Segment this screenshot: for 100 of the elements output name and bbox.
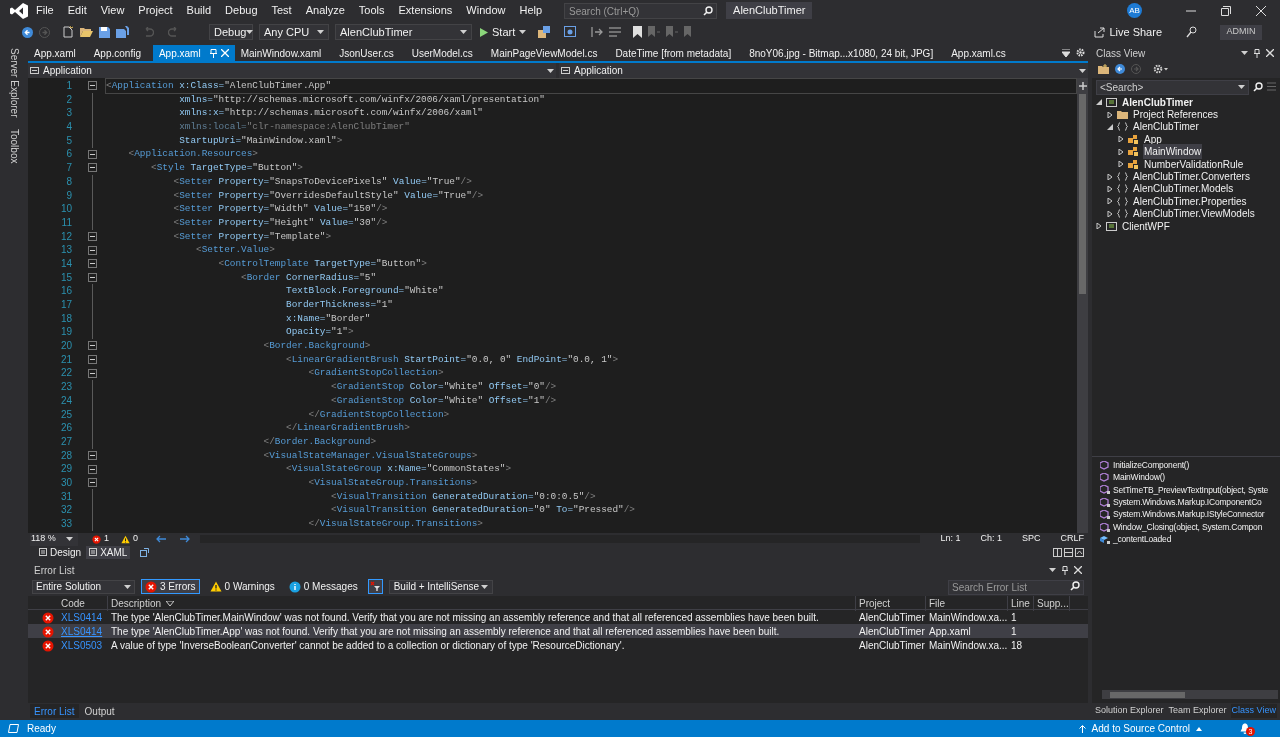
search-field[interactable]: Search (Ctrl+Q): [564, 3, 718, 19]
close-icon[interactable]: [1256, 5, 1266, 16]
panel-tab[interactable]: Output: [80, 703, 119, 718]
caret-icon[interactable]: [1079, 68, 1086, 73]
collapse-icon[interactable]: [88, 478, 97, 488]
error-row[interactable]: XLS0414 The type 'AlenClubTimer.MainWindow' was not found. Verify that you are not missing an assembly reference and that all referenced assemblies have been built. AlenClubTimer MainWindow.xa... 1: [28, 610, 1088, 624]
collapsed-arrow-icon[interactable]: [1107, 185, 1113, 192]
search-icon[interactable]: [1253, 81, 1263, 92]
caret-icon[interactable]: [547, 68, 554, 73]
collapse-icon[interactable]: [88, 81, 97, 91]
filter-toggle[interactable]: 0 Messages: [284, 579, 362, 594]
collapsed-arrow-icon[interactable]: [1107, 198, 1113, 205]
collapsed-arrow-icon[interactable]: [1107, 210, 1113, 217]
close-icon[interactable]: [1074, 566, 1082, 574]
member-item[interactable]: System.Windows.Markup.IStyleConnector: [1113, 508, 1265, 522]
menu-item[interactable]: File: [35, 2, 55, 19]
filter-icon[interactable]: [367, 579, 383, 594]
previous-icon[interactable]: [156, 535, 167, 543]
collapse-icon[interactable]: [88, 163, 97, 173]
admin-button[interactable]: ADMIN: [1220, 24, 1262, 40]
warning-count[interactable]: 0: [133, 532, 139, 546]
column-header[interactable]: File: [926, 596, 1008, 611]
caret-icon[interactable]: [65, 537, 73, 541]
menu-item[interactable]: Edit: [66, 2, 88, 19]
side-tab[interactable]: Server Explorer: [6, 48, 22, 118]
document-tab[interactable]: DateTime [from metadata]: [609, 45, 738, 61]
collapse-icon[interactable]: [88, 450, 97, 460]
menu-item[interactable]: Tools: [357, 2, 386, 19]
collapsed-arrow-icon[interactable]: [1118, 136, 1124, 143]
close-icon[interactable]: [1266, 49, 1274, 57]
document-tab[interactable]: JsonUser.cs: [333, 45, 400, 61]
search-field[interactable]: Search Error List: [948, 580, 1084, 595]
back-icon[interactable]: [22, 26, 33, 38]
collapse-icon[interactable]: [88, 272, 97, 282]
view-tab[interactable]: XAML: [86, 545, 131, 559]
error-row[interactable]: XLS0414 The type 'AlenClubTimer.App' was not found. Verify that you are not missing an assembly reference and that all referenced assemblies have been built. AlenClubTimer App.xaml 1: [28, 624, 1088, 638]
startup-project-dropdown[interactable]: AlenClubTimer: [335, 24, 472, 40]
collapsed-arrow-icon[interactable]: [1107, 111, 1113, 118]
collapse-icon[interactable]: [88, 464, 97, 474]
panel-tab[interactable]: Error List: [30, 703, 79, 718]
new-item-icon[interactable]: [62, 26, 74, 38]
new-folder-icon[interactable]: [1098, 64, 1109, 74]
user-avatar[interactable]: AB: [1127, 3, 1142, 18]
split-horizontal-icon[interactable]: [1064, 547, 1073, 557]
search-icon[interactable]: [703, 5, 714, 16]
collapse-icon[interactable]: [88, 245, 97, 255]
column-header[interactable]: Line: [1008, 596, 1034, 611]
panel-menu-icon[interactable]: [1049, 568, 1056, 572]
collapse-icon[interactable]: [88, 341, 97, 351]
menu-item[interactable]: View: [99, 2, 126, 19]
side-tab[interactable]: Toolbox: [6, 129, 22, 164]
save-all-icon[interactable]: [116, 26, 129, 38]
settings-icon[interactable]: [1153, 64, 1168, 74]
settings-icon[interactable]: [1076, 48, 1085, 57]
menu-item[interactable]: Test: [270, 2, 293, 19]
collapse-icon[interactable]: [88, 231, 97, 241]
horizontal-scrollbar[interactable]: [1102, 690, 1278, 699]
caret-icon[interactable]: [480, 584, 488, 589]
filter-toggle[interactable]: 0 Warnings: [205, 579, 279, 594]
open-folder-icon[interactable]: [80, 26, 93, 38]
document-tab[interactable]: App.config: [87, 45, 147, 61]
expanded-arrow-icon[interactable]: [1107, 123, 1113, 130]
column-header[interactable]: Description: [108, 596, 856, 611]
expanded-arrow-icon[interactable]: [1096, 99, 1102, 106]
error-code-link[interactable]: XLS0503: [61, 640, 103, 651]
collapsed-arrow-icon[interactable]: [1096, 223, 1102, 230]
back-icon[interactable]: [1115, 64, 1125, 74]
platform-dropdown[interactable]: Any CPU: [259, 24, 329, 40]
navigation-dropdown[interactable]: Application: [28, 63, 556, 78]
collapse-pane-icon[interactable]: [1075, 547, 1084, 557]
document-tab[interactable]: 8noY06.jpg - Bitmap...x1080, 24 bit, JPG]: [743, 45, 940, 61]
vertical-scrollbar[interactable]: [1077, 78, 1088, 533]
pin-icon[interactable]: [1062, 565, 1068, 575]
navigation-dropdown[interactable]: Application: [559, 63, 1088, 78]
view-tab[interactable]: Design: [36, 545, 85, 559]
menu-item[interactable]: Analyze: [304, 2, 346, 19]
scrollbar-thumb[interactable]: [1079, 94, 1086, 294]
pin-icon[interactable]: [1254, 48, 1260, 58]
error-code-link[interactable]: XLS0414: [61, 612, 103, 623]
save-icon[interactable]: [99, 26, 110, 38]
source-dropdown[interactable]: Build + IntelliSense: [388, 579, 493, 594]
document-tab[interactable]: MainPageViewModel.cs: [484, 45, 604, 61]
search-field[interactable]: <Search>: [1096, 80, 1249, 95]
caret-icon[interactable]: [124, 584, 131, 589]
caret-icon[interactable]: [460, 30, 467, 34]
menu-item[interactable]: Window: [465, 2, 507, 19]
scrollbar-thumb[interactable]: [1110, 691, 1185, 698]
menu-item[interactable]: Build: [185, 2, 213, 19]
document-tab[interactable]: App.xaml.cs: [945, 45, 1012, 61]
member-item[interactable]: Window_Closing(object, System.Compon: [1113, 520, 1263, 534]
caret-icon[interactable]: [317, 30, 324, 34]
panel-tab[interactable]: Team Explorer: [1167, 703, 1228, 718]
split-vertical-icon[interactable]: [1053, 547, 1062, 557]
caret-icon[interactable]: [1238, 85, 1245, 89]
bookmark-icon[interactable]: [633, 26, 643, 38]
search-icon[interactable]: [1070, 581, 1080, 591]
menu-item[interactable]: Help: [518, 2, 544, 19]
menu-item[interactable]: Debug: [224, 2, 259, 19]
configuration-dropdown[interactable]: Debug: [209, 24, 253, 40]
member-item[interactable]: InitializeComponent(): [1113, 458, 1190, 472]
